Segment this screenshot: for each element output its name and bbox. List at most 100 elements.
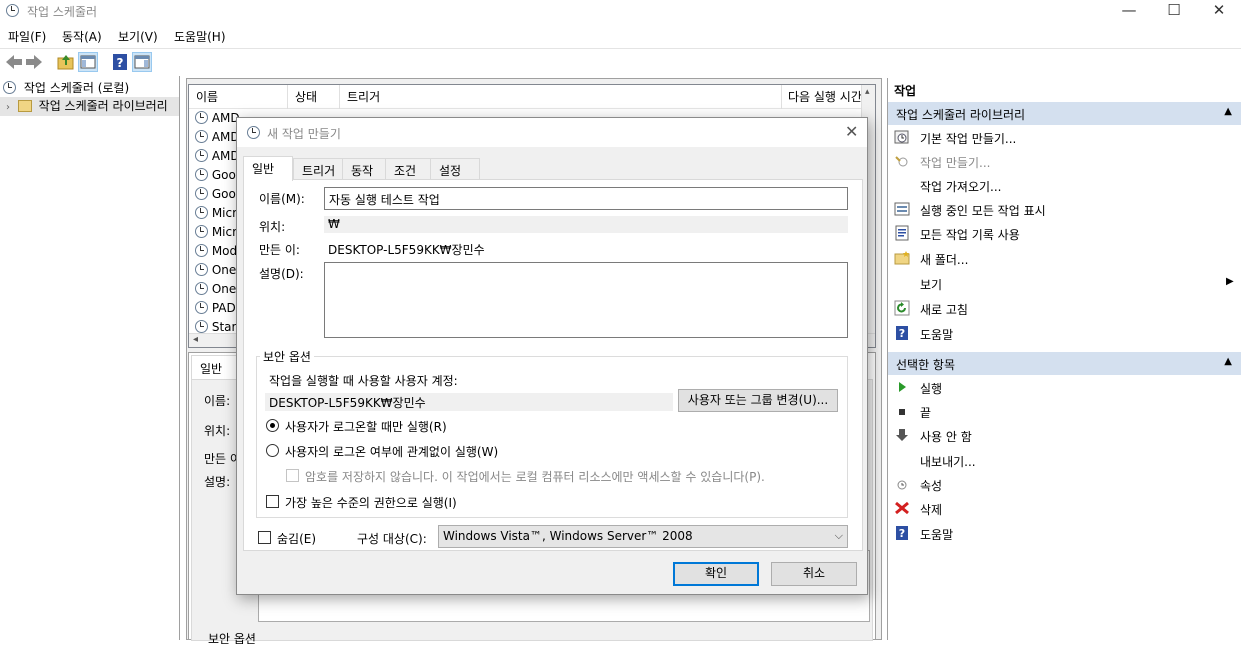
task-row[interactable]: AMD bbox=[195, 149, 240, 168]
action-label: 삭제 bbox=[920, 503, 943, 517]
location-label: 위치: bbox=[259, 220, 286, 234]
task-row[interactable]: AMD bbox=[195, 111, 240, 130]
task-clock-icon bbox=[195, 225, 208, 238]
detail-description-label: 설명: bbox=[204, 475, 231, 489]
tab-actions[interactable]: 동작 bbox=[342, 158, 386, 180]
task-clock-icon bbox=[195, 168, 208, 181]
run-icon bbox=[894, 379, 910, 395]
running-tasks-icon bbox=[894, 201, 910, 217]
no-store-password-checkbox[interactable] bbox=[286, 469, 299, 482]
svg-text:?: ? bbox=[899, 527, 905, 540]
detail-tab-general[interactable]: 일반 bbox=[191, 355, 241, 379]
dialog-close-icon[interactable]: ✕ bbox=[845, 122, 858, 141]
security-options-title: 보안 옵션 bbox=[260, 348, 314, 365]
radio-regardless[interactable] bbox=[266, 444, 279, 457]
minimize-button[interactable]: — bbox=[1106, 0, 1152, 22]
task-row[interactable]: PAD bbox=[195, 301, 236, 320]
selected-section-label: 선택한 항목 bbox=[896, 358, 956, 372]
task-row-name: Micr bbox=[211, 225, 238, 239]
column-header-name[interactable]: 이름 bbox=[196, 88, 218, 105]
task-clock-icon bbox=[195, 320, 208, 333]
menu-file[interactable]: 파일(F) bbox=[8, 28, 46, 45]
expand-chevron-icon[interactable]: › bbox=[6, 102, 10, 113]
task-row[interactable]: Micr bbox=[195, 206, 237, 225]
task-row[interactable]: Mod bbox=[195, 244, 237, 263]
help-icon: ? bbox=[894, 325, 910, 341]
detail-name-label: 이름: bbox=[204, 394, 231, 408]
action-label: 실행 bbox=[920, 382, 943, 396]
tab-triggers[interactable]: 트리거 bbox=[293, 158, 343, 180]
configure-select[interactable]: Windows Vista™, Windows Server™ 2008 ⌵ bbox=[438, 525, 848, 548]
hidden-label[interactable]: 숨김(E) bbox=[277, 530, 316, 547]
create-task-dialog: 새 작업 만들기 ✕ 일반 트리거 동작 조건 설정 이름(M): 자동 실행 … bbox=[236, 117, 868, 595]
refresh-icon bbox=[894, 300, 910, 316]
menu-action[interactable]: 동작(A) bbox=[62, 28, 102, 45]
close-button[interactable]: ✕ bbox=[1196, 0, 1241, 22]
ok-button[interactable]: 확인 bbox=[673, 562, 759, 586]
radio-regardless-label[interactable]: 사용자의 로그온 여부에 관계없이 실행(W) bbox=[285, 443, 498, 460]
menu-help[interactable]: 도움말(H) bbox=[174, 28, 226, 45]
folder-up-icon[interactable] bbox=[56, 52, 76, 72]
tree-item-library[interactable]: › 작업 스케줄러 라이브러리 bbox=[0, 97, 179, 116]
change-user-button[interactable]: 사용자 또는 그룹 변경(U)... bbox=[678, 389, 838, 412]
author-value: DESKTOP-L5F59KK₩장민수 bbox=[328, 243, 485, 257]
task-clock-icon bbox=[195, 149, 208, 162]
collapse-up-icon[interactable]: ▲ bbox=[1224, 106, 1232, 117]
task-scheduler-icon bbox=[247, 126, 260, 139]
hidden-checkbox[interactable] bbox=[258, 531, 271, 544]
column-header-trigger[interactable]: 트리거 bbox=[347, 88, 380, 105]
task-row-name: Micr bbox=[211, 206, 238, 220]
maximize-button[interactable]: ☐ bbox=[1151, 0, 1197, 22]
configure-select-value: Windows Vista™, Windows Server™ 2008 bbox=[443, 529, 693, 543]
chevron-down-icon: ⌵ bbox=[834, 529, 843, 542]
library-section-header[interactable]: 작업 스케줄러 라이브러리 ▲ bbox=[888, 102, 1241, 125]
help-icon[interactable]: ? bbox=[110, 52, 130, 72]
name-label: 이름(M): bbox=[259, 192, 305, 206]
tab-general[interactable]: 일반 bbox=[243, 156, 293, 181]
tree-item-root[interactable]: 작업 스케줄러 (로컬) bbox=[3, 79, 129, 98]
action-label: 기본 작업 만들기... bbox=[920, 132, 1017, 146]
selected-section-header[interactable]: 선택한 항목 ▲ bbox=[888, 352, 1241, 375]
menu-view[interactable]: 보기(V) bbox=[118, 28, 158, 45]
radio-logged-on-label[interactable]: 사용자가 로그온할 때만 실행(R) bbox=[285, 418, 447, 435]
configure-label: 구성 대상(C): bbox=[357, 532, 427, 546]
action-label: 보기 bbox=[920, 278, 943, 292]
column-header-status[interactable]: 상태 bbox=[295, 88, 317, 105]
clock-icon bbox=[3, 81, 16, 94]
task-scheduler-icon bbox=[6, 4, 19, 17]
task-row[interactable]: Micr bbox=[195, 225, 237, 244]
task-row[interactable]: AMD bbox=[195, 130, 240, 149]
scroll-up-icon[interactable]: ▴ bbox=[865, 87, 870, 97]
highest-privileges-checkbox[interactable] bbox=[266, 495, 279, 508]
action-label: 속성 bbox=[920, 479, 943, 493]
action-label: 도움말 bbox=[920, 328, 954, 342]
scroll-left-icon[interactable]: ◂ bbox=[193, 334, 198, 345]
history-icon bbox=[894, 225, 910, 241]
action-view[interactable]: 보기 ▶ bbox=[894, 274, 1234, 296]
window-title: 작업 스케줄러 bbox=[27, 5, 98, 19]
forward-arrow-icon[interactable] bbox=[24, 52, 44, 72]
run-as-value: DESKTOP-L5F59KK₩장민수 bbox=[265, 393, 673, 411]
name-input[interactable]: 자동 실행 테스트 작업 bbox=[324, 187, 848, 210]
stop-icon bbox=[894, 403, 910, 419]
location-value: ₩ bbox=[324, 216, 848, 233]
action-label: 새 폴더... bbox=[920, 253, 969, 267]
column-header-next-run[interactable]: 다음 실행 시간 bbox=[788, 88, 862, 105]
tab-settings[interactable]: 설정 bbox=[430, 158, 480, 180]
back-arrow-icon[interactable] bbox=[4, 52, 24, 72]
radio-logged-on[interactable] bbox=[266, 419, 279, 432]
console-tree: 작업 스케줄러 (로컬) › 작업 스케줄러 라이브러리 bbox=[0, 76, 180, 640]
task-row-name: PAD bbox=[211, 301, 236, 315]
show-hide-tree-icon[interactable] bbox=[78, 52, 98, 72]
collapse-up-icon[interactable]: ▲ bbox=[1224, 356, 1232, 367]
task-clock-icon bbox=[195, 282, 208, 295]
action-label: 도움말 bbox=[920, 528, 954, 542]
action-label: 작업 가져오기... bbox=[920, 180, 1002, 194]
show-hide-action-pane-icon[interactable] bbox=[132, 52, 152, 72]
cancel-button[interactable]: 취소 bbox=[771, 562, 857, 586]
tab-conditions[interactable]: 조건 bbox=[385, 158, 431, 180]
description-textarea[interactable] bbox=[324, 262, 848, 338]
highest-privileges-label[interactable]: 가장 높은 수준의 권한으로 실행(I) bbox=[285, 494, 457, 511]
dialog-title: 새 작업 만들기 bbox=[267, 127, 341, 141]
task-clock-icon bbox=[195, 301, 208, 314]
